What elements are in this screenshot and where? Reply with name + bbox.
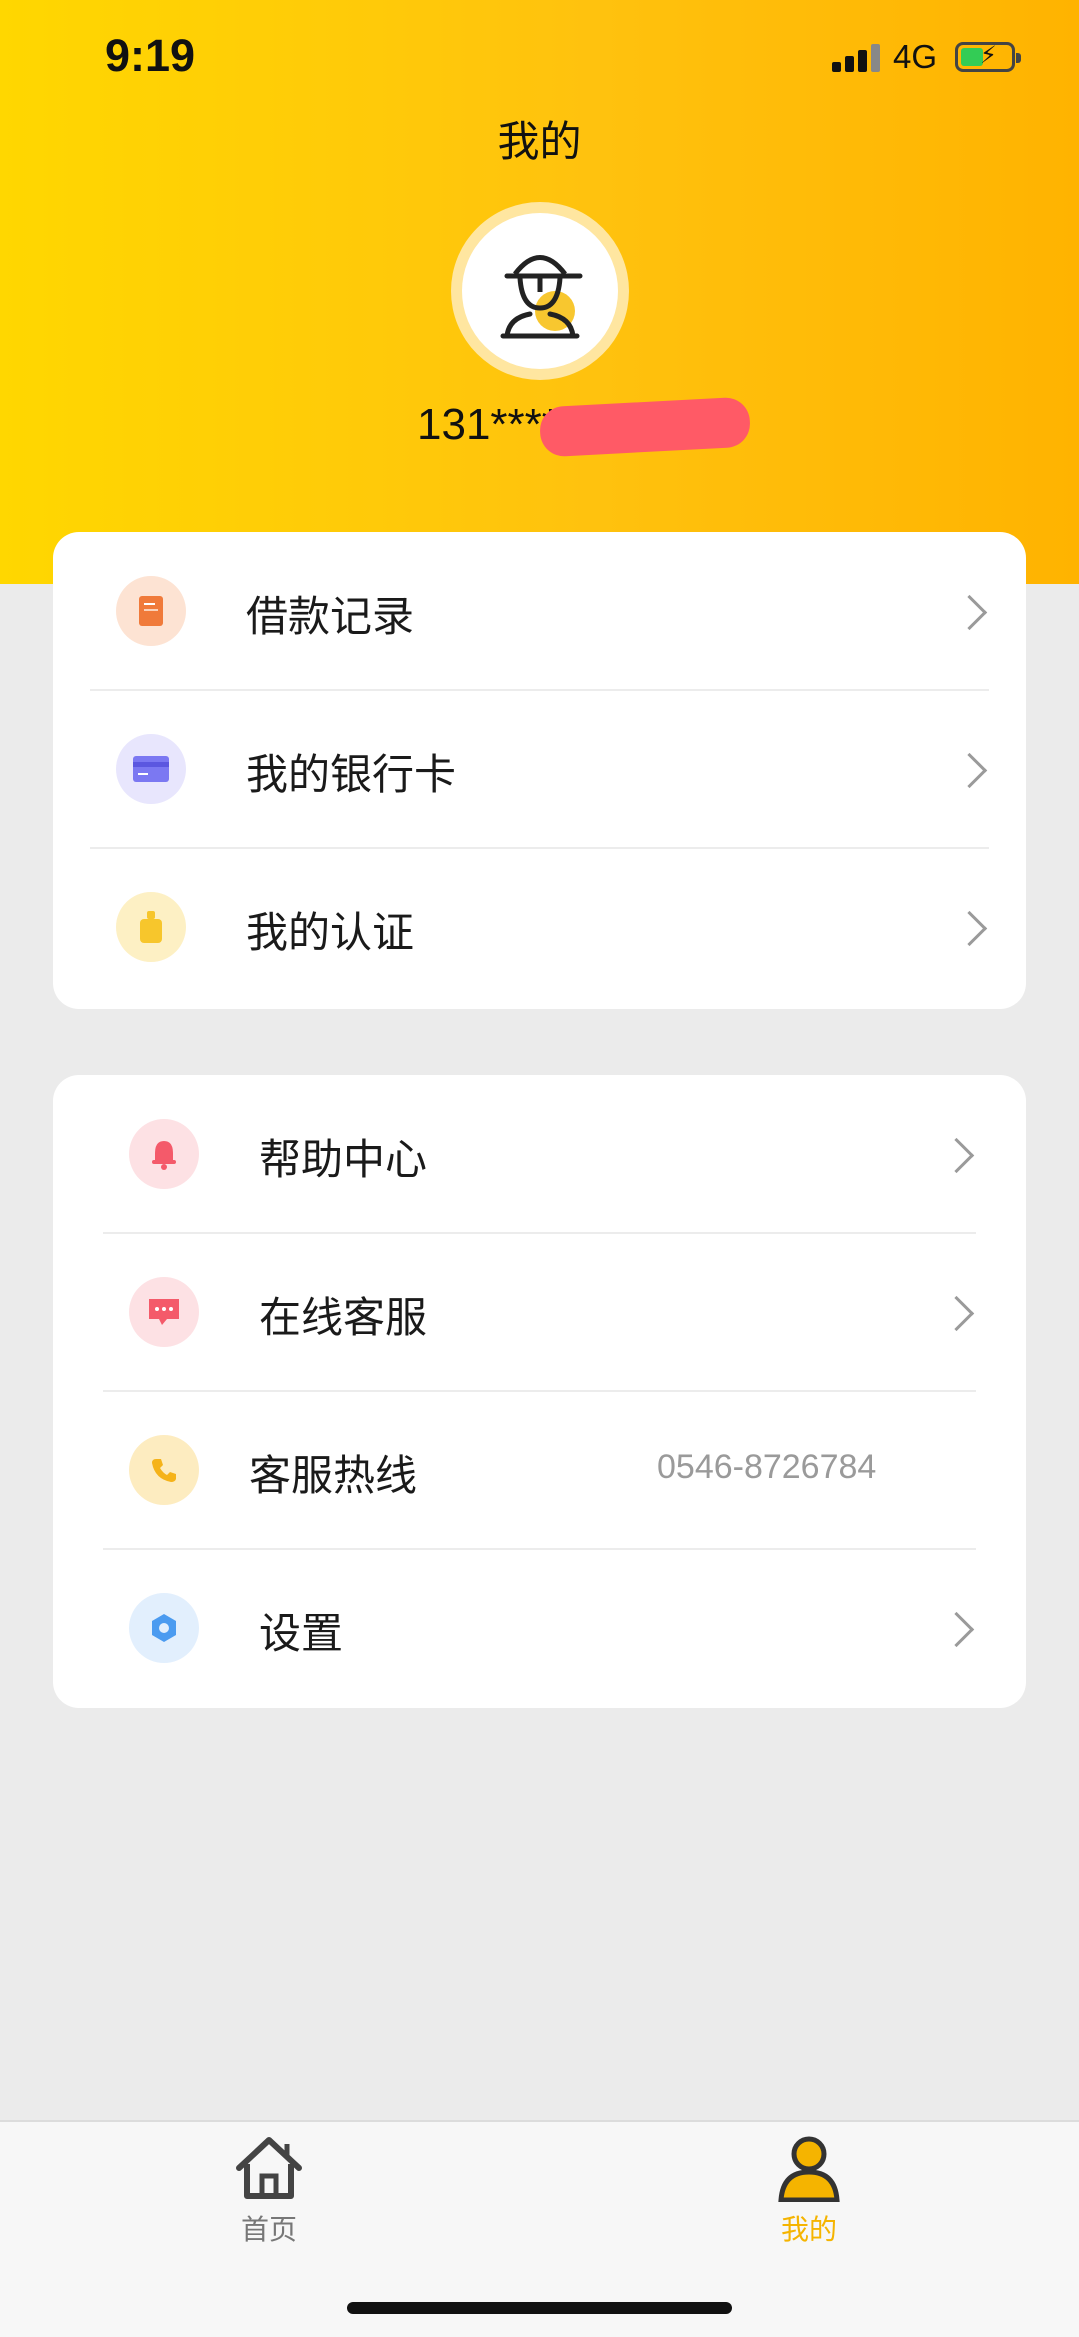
menu-item-loan-records[interactable]: 借款记录 bbox=[53, 532, 1026, 690]
chevron-right-icon bbox=[938, 1137, 975, 1174]
menu-card-account: 借款记录 我的银行卡 我的认证 bbox=[53, 532, 1026, 1009]
signal-icon bbox=[832, 44, 880, 72]
menu-item-label: 设置 bbox=[259, 1609, 344, 1658]
menu-item-label: 我的银行卡 bbox=[246, 750, 457, 799]
menu-item-verification[interactable]: 我的认证 bbox=[53, 848, 1026, 1006]
hotline-number[interactable]: 0546-8726784 bbox=[657, 1448, 876, 1487]
chevron-right-icon bbox=[938, 1295, 975, 1332]
home-icon bbox=[236, 2137, 302, 2199]
tab-home-label: 首页 bbox=[240, 2213, 297, 2246]
bell-icon bbox=[129, 1119, 199, 1189]
menu-item-help-center[interactable]: 帮助中心 bbox=[53, 1075, 1026, 1233]
user-icon bbox=[778, 2136, 840, 2203]
page-title: 我的 bbox=[497, 117, 582, 166]
chevron-right-icon bbox=[938, 1611, 975, 1648]
phone-icon bbox=[129, 1435, 199, 1505]
chat-bubble-icon bbox=[129, 1277, 199, 1347]
tab-home[interactable]: 首页 bbox=[189, 2132, 349, 2248]
menu-item-label: 客服热线 bbox=[249, 1451, 418, 1500]
menu-item-online-service[interactable]: 在线客服 bbox=[53, 1233, 1026, 1391]
menu-item-label: 借款记录 bbox=[246, 592, 415, 641]
chevron-right-icon bbox=[951, 594, 988, 631]
menu-item-service-hotline[interactable]: 客服热线 0546-8726784 bbox=[53, 1391, 1026, 1549]
settings-hexagon-icon bbox=[129, 1593, 199, 1663]
tab-mine[interactable]: 我的 bbox=[729, 2132, 889, 2248]
user-phone: 131**** bbox=[417, 400, 559, 449]
avatar[interactable] bbox=[451, 202, 629, 380]
id-badge-icon bbox=[116, 892, 186, 962]
network-type: 4G bbox=[893, 38, 938, 75]
menu-card-service: 帮助中心 在线客服 客服热线 0546-8726784 设置 bbox=[53, 1075, 1026, 1708]
document-icon bbox=[116, 576, 186, 646]
chevron-right-icon bbox=[951, 910, 988, 947]
tab-mine-label: 我的 bbox=[780, 2213, 837, 2246]
battery-icon: ⚡ bbox=[955, 41, 1021, 72]
status-time: 9:19 bbox=[105, 30, 196, 81]
menu-item-bank-cards[interactable]: 我的银行卡 bbox=[53, 690, 1026, 848]
user-avatar-icon bbox=[500, 255, 583, 339]
chevron-right-icon bbox=[951, 752, 988, 789]
menu-item-label: 在线客服 bbox=[259, 1293, 428, 1342]
menu-item-label: 帮助中心 bbox=[259, 1135, 428, 1184]
home-indicator bbox=[347, 2302, 732, 2314]
menu-item-settings[interactable]: 设置 bbox=[53, 1549, 1026, 1707]
bank-card-icon bbox=[116, 734, 186, 804]
menu-item-label: 我的认证 bbox=[246, 908, 415, 957]
